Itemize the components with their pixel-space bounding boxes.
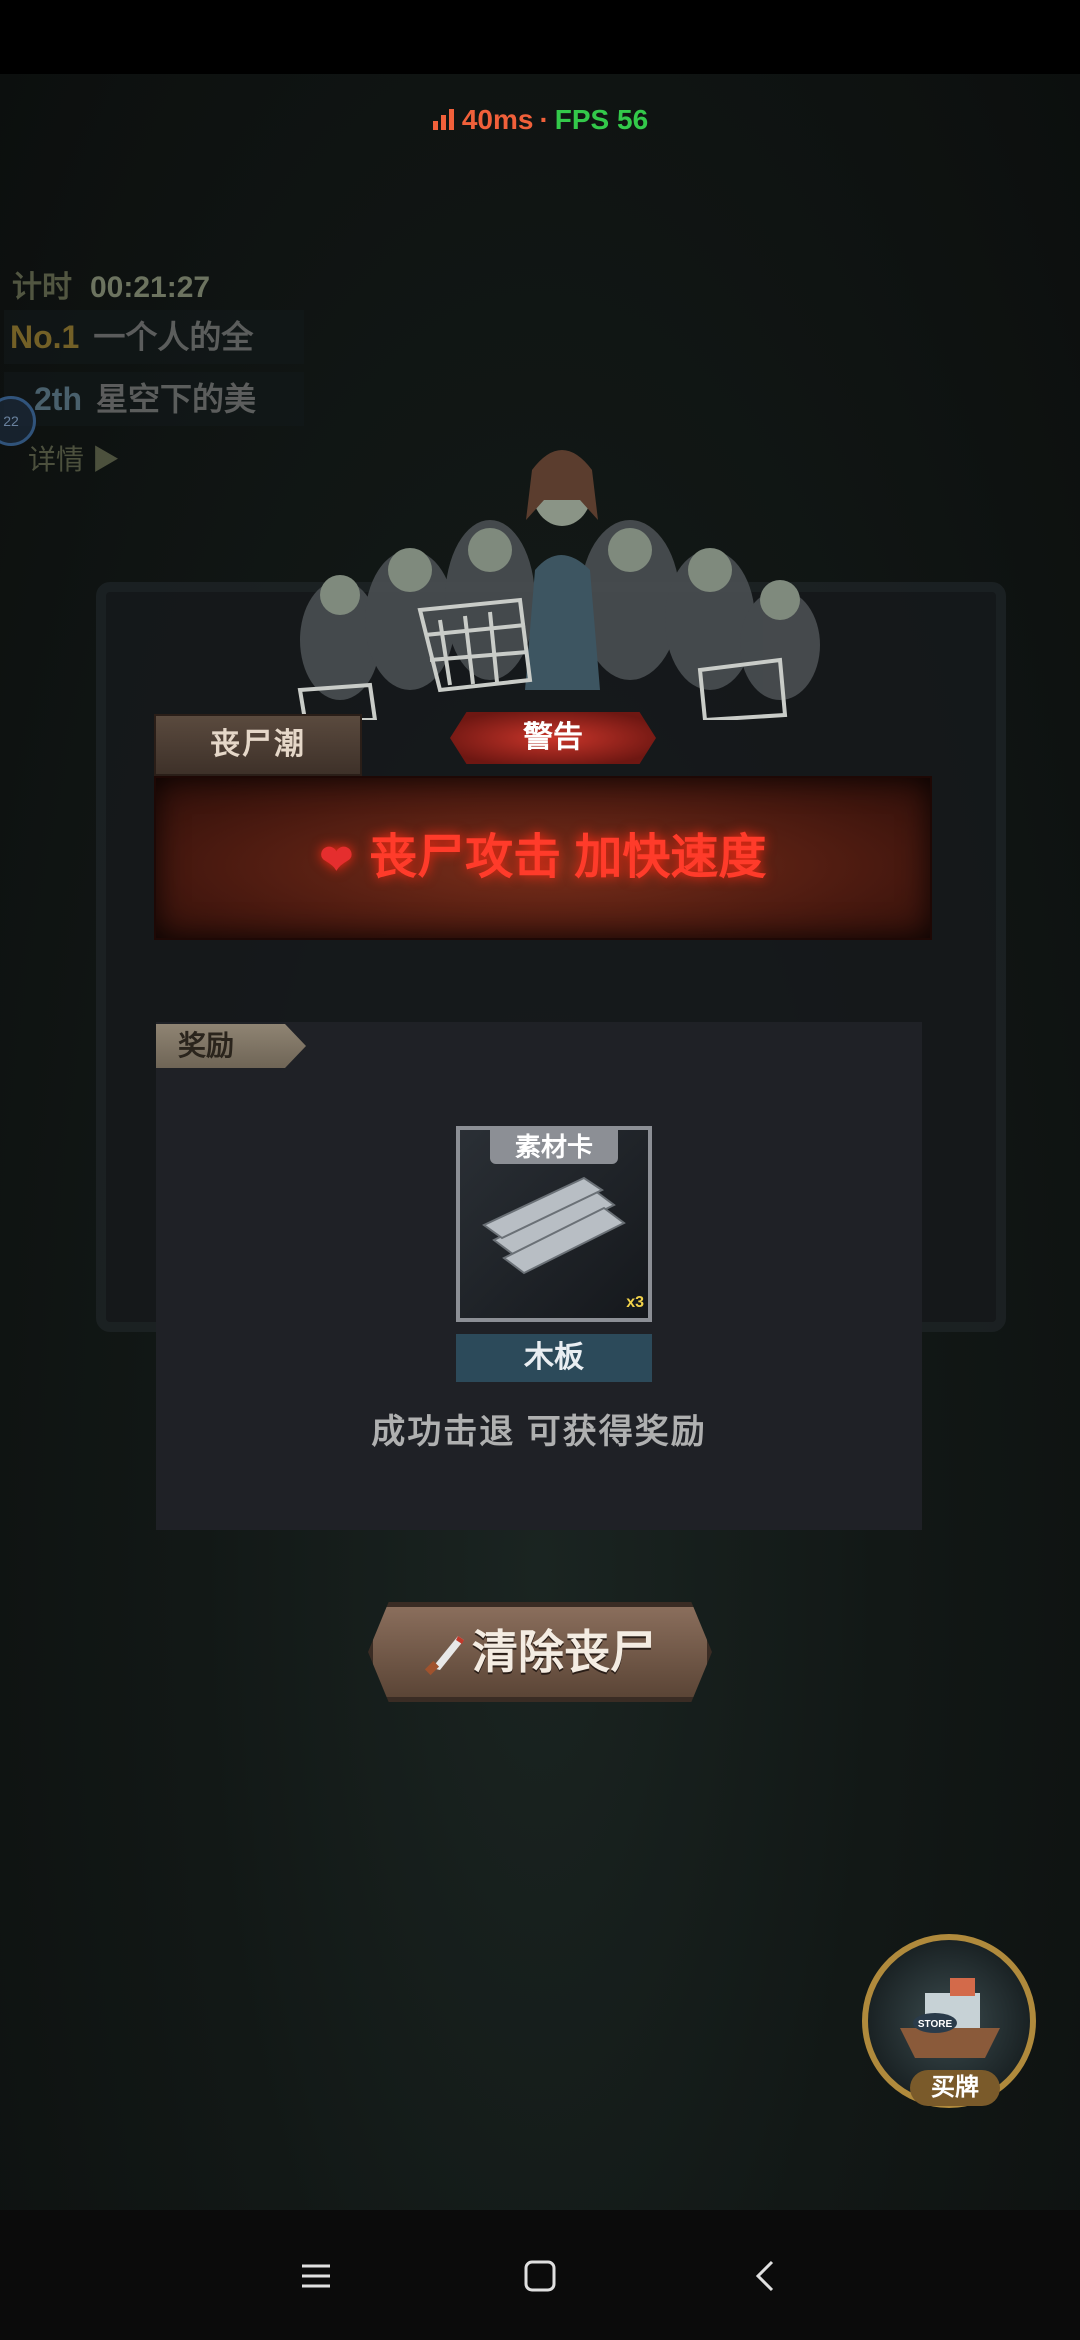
menu-icon[interactable] [290, 2250, 342, 2302]
store-label: 买牌 [910, 2070, 1000, 2106]
event-type-tag: 丧尸潮 [154, 714, 362, 776]
stats-separator: · [539, 104, 549, 135]
store-badge-text: STORE [918, 2019, 953, 2030]
material-card[interactable]: 素材卡 x3 [456, 1126, 652, 1322]
network-stats: 40ms · FPS 56 [0, 104, 1080, 136]
reward-note: 成功击退 可获得奖励 [371, 1413, 707, 1451]
card-type-label: 素材卡 [490, 1130, 618, 1164]
event-banner: ❤ 丧尸攻击 加快速度 [154, 776, 932, 940]
player-name: 一个人的全 [93, 319, 254, 355]
banner-text-wrap: ❤ 丧尸攻击 加快速度 [156, 778, 930, 938]
store-ship-icon: STORE [900, 1978, 1000, 2058]
reward-tag: 奖励 [156, 1024, 306, 1068]
fps-value: FPS 56 [554, 104, 649, 135]
timer-value: 00:21:27 [90, 271, 211, 304]
clear-zombies-label-wrap: 清除丧尸 [358, 1592, 722, 1712]
store-button[interactable]: STORE 买牌 [862, 1934, 1036, 2108]
ping-value: 40ms [461, 104, 534, 135]
system-nav-bar [0, 2210, 1080, 2340]
warning-tag: 警告 [450, 712, 656, 764]
card-count-badge: x3 [626, 1294, 644, 1311]
status-bar [0, 0, 1080, 74]
clear-zombies-label: 清除丧尸 [472, 1626, 656, 1678]
rank-number: No.1 [10, 319, 80, 355]
clear-zombies-button[interactable]: 清除丧尸 [358, 1592, 722, 1712]
card-name-label: 木板 [456, 1334, 652, 1382]
leaderboard-row-2: 2th 星空下的美 [4, 372, 304, 426]
heart-icon: ❤ [319, 838, 354, 882]
wood-planks-icon [482, 1176, 626, 1275]
back-icon[interactable] [740, 2250, 792, 2302]
zombie-horde-illustration [297, 450, 820, 720]
banner-text: 丧尸攻击 加快速度 [369, 831, 767, 884]
timer-label: 计时 [12, 271, 72, 304]
signal-bars-icon [432, 109, 454, 130]
home-icon[interactable] [514, 2250, 566, 2302]
timer: 计时 00:21:27 [12, 262, 210, 306]
player-name: 星空下的美 [96, 381, 257, 417]
rank-number: 2th [34, 381, 82, 417]
detail-link: 详情 ▶ [28, 444, 120, 475]
leaderboard-row-1: No.1 一个人的全 [4, 310, 304, 364]
